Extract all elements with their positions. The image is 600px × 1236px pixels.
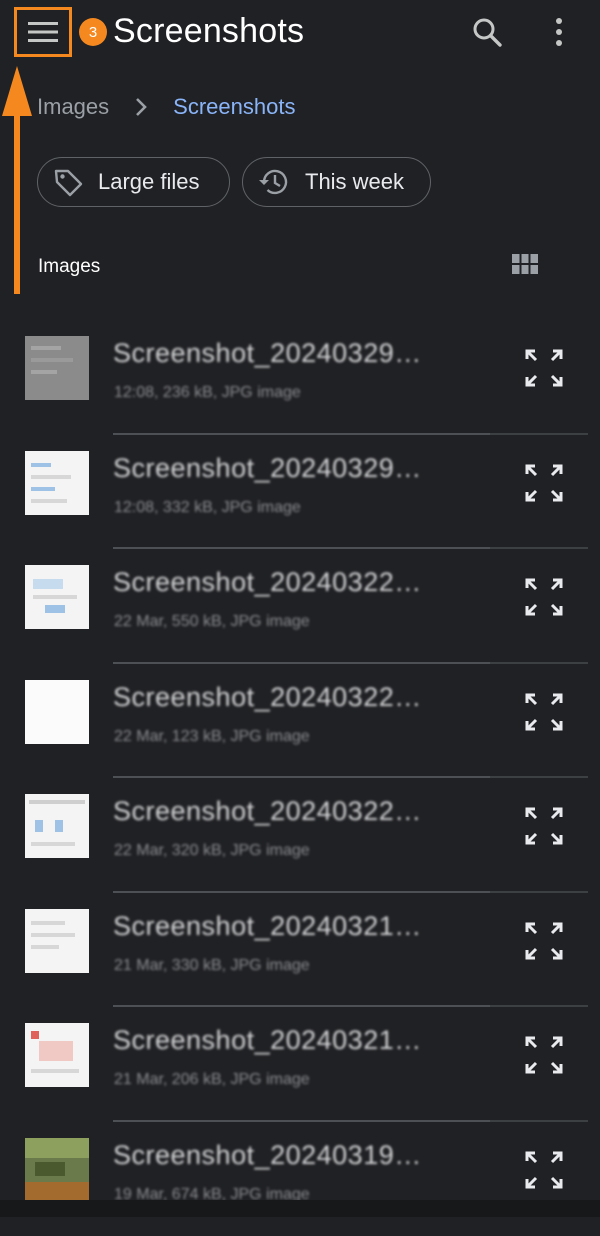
history-icon	[257, 166, 291, 198]
expand-icon	[524, 577, 564, 617]
expand-button[interactable]	[524, 577, 564, 622]
thumbnail	[25, 565, 89, 629]
expand-icon	[524, 806, 564, 846]
breadcrumb-images[interactable]: Images	[37, 94, 109, 120]
expand-button[interactable]	[524, 348, 564, 393]
thumbnail	[25, 680, 89, 744]
page-title: Screenshots	[113, 12, 304, 51]
breadcrumb-screenshots[interactable]: Screenshots	[173, 94, 295, 120]
navigation-bar-edge	[0, 1200, 600, 1217]
this-week-chip[interactable]: This week	[242, 157, 431, 207]
step-badge: 3	[79, 18, 107, 46]
file-meta: 12:08, 236 kB, JPG image	[114, 384, 301, 402]
expand-icon	[524, 692, 564, 732]
expand-button[interactable]	[524, 1035, 564, 1080]
expand-button[interactable]	[524, 463, 564, 508]
file-name: Screenshot_20240329…	[113, 453, 463, 484]
expand-icon	[524, 1035, 564, 1075]
file-name: Screenshot_20240321…	[113, 1025, 463, 1056]
file-name: Screenshot_20240329…	[113, 338, 463, 369]
expand-button[interactable]	[524, 921, 564, 966]
list-item[interactable]: Screenshot_20240322… 22 Mar, 550 kB, JPG…	[0, 549, 600, 664]
menu-button[interactable]	[14, 7, 72, 57]
thumbnail	[25, 336, 89, 400]
file-meta: 21 Mar, 206 kB, JPG image	[114, 1071, 310, 1089]
more-options-button[interactable]	[541, 14, 577, 50]
file-name: Screenshot_20240319…	[113, 1140, 463, 1171]
file-name: Screenshot_20240322…	[113, 567, 463, 598]
list-item[interactable]: Screenshot_20240322… 22 Mar, 123 kB, JPG…	[0, 664, 600, 779]
file-meta: 12:08, 332 kB, JPG image	[114, 499, 301, 517]
large-files-chip[interactable]: Large files	[37, 157, 230, 207]
search-button[interactable]	[469, 14, 505, 50]
expand-icon	[524, 1150, 564, 1190]
thumbnail	[25, 1138, 89, 1202]
list-item[interactable]: Screenshot_20240329… 12:08, 332 kB, JPG …	[0, 435, 600, 550]
expand-icon	[524, 463, 564, 503]
list-item[interactable]: Screenshot_20240321… 21 Mar, 330 kB, JPG…	[0, 893, 600, 1008]
thumbnail	[25, 794, 89, 858]
expand-button[interactable]	[524, 1150, 564, 1195]
annotation-arrow	[0, 60, 40, 300]
top-app-bar: 3 Screenshots	[0, 0, 600, 70]
grid-view-button[interactable]	[511, 252, 539, 281]
file-meta: 22 Mar, 320 kB, JPG image	[114, 842, 310, 860]
list-item[interactable]: Screenshot_20240319… 19 Mar, 674 kB, JPG…	[0, 1122, 600, 1236]
grid-view-icon	[511, 252, 539, 276]
more-vertical-icon	[554, 17, 564, 47]
chip-label: Large files	[98, 169, 200, 195]
file-name: Screenshot_20240322…	[113, 682, 463, 713]
file-name: Screenshot_20240322…	[113, 796, 463, 827]
file-meta: 22 Mar, 550 kB, JPG image	[114, 613, 310, 631]
expand-icon	[524, 921, 564, 961]
tag-icon	[52, 166, 84, 198]
list-item[interactable]: Screenshot_20240321… 21 Mar, 206 kB, JPG…	[0, 1007, 600, 1122]
expand-icon	[524, 348, 564, 388]
thumbnail	[25, 1023, 89, 1087]
expand-button[interactable]	[524, 806, 564, 851]
section-title: Images	[38, 256, 100, 278]
file-meta: 22 Mar, 123 kB, JPG image	[114, 728, 310, 746]
expand-button[interactable]	[524, 692, 564, 737]
breadcrumb: Images Screenshots	[37, 94, 295, 120]
chip-label: This week	[305, 169, 404, 195]
thumbnail	[25, 451, 89, 515]
hamburger-menu-icon	[27, 20, 59, 44]
list-item[interactable]: Screenshot_20240329… 12:08, 236 kB, JPG …	[0, 320, 600, 435]
list-item[interactable]: Screenshot_20240322… 22 Mar, 320 kB, JPG…	[0, 778, 600, 893]
thumbnail	[25, 909, 89, 973]
chevron-right-icon	[135, 97, 147, 117]
file-meta: 21 Mar, 330 kB, JPG image	[114, 957, 310, 975]
file-list: Screenshot_20240329… 12:08, 236 kB, JPG …	[0, 320, 600, 1236]
search-icon	[471, 16, 503, 48]
file-name: Screenshot_20240321…	[113, 911, 463, 942]
